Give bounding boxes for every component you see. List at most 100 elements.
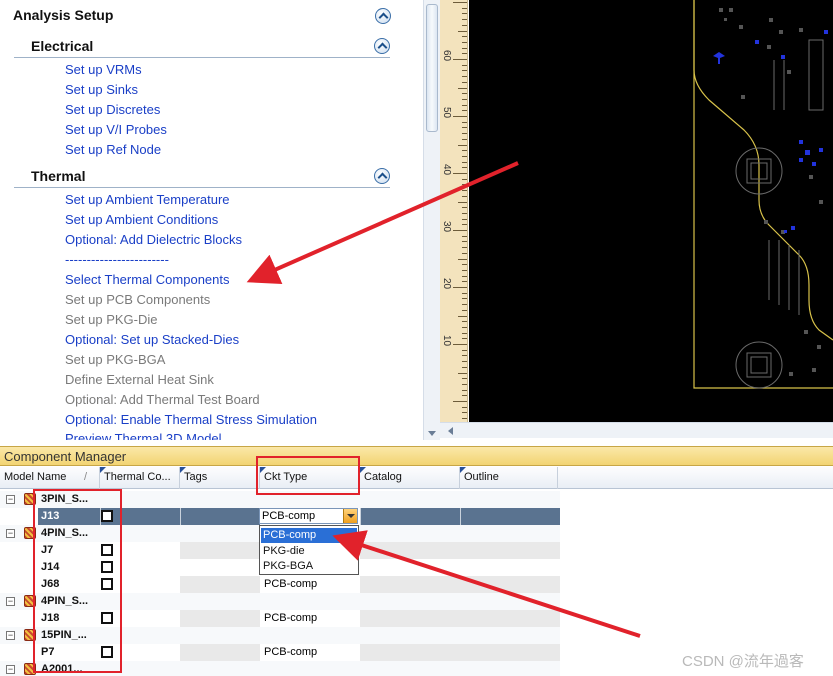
ruler-tick xyxy=(462,218,467,220)
ruler-tick xyxy=(458,201,467,203)
col-thermal-component[interactable]: Thermal Co... xyxy=(100,467,180,489)
chevron-down-icon[interactable] xyxy=(343,509,357,523)
collapse-analysis-setup-button[interactable] xyxy=(375,8,391,24)
thermal-heading: Thermal xyxy=(31,168,86,184)
annotation-box-ckt-type xyxy=(256,456,360,495)
option-pkg-die[interactable]: PKG-die xyxy=(261,544,357,559)
ruler-tick xyxy=(462,110,467,112)
link-setup-discretes[interactable]: Set up Discretes xyxy=(65,102,160,117)
link-preview-thermal-3d-model[interactable]: Preview Thermal 3D Model xyxy=(65,431,222,440)
ruler-tick xyxy=(462,81,467,83)
component-manager-title-bar: Component Manager xyxy=(0,446,833,466)
collapse-toggle-icon[interactable]: − xyxy=(6,597,15,606)
ruler-tick xyxy=(462,309,467,311)
component-table-header: Model Name / Thermal Co... Tags Ckt Type… xyxy=(0,467,833,489)
app-window: Analysis Setup Electrical Set up VRMs Se… xyxy=(0,0,833,676)
setup-scrollbar-thumb[interactable] xyxy=(426,4,438,132)
link-dielectric-blocks[interactable]: Optional: Add Dielectric Blocks xyxy=(65,232,242,247)
ruler-tick xyxy=(462,355,467,357)
row-catalog-cell xyxy=(360,508,460,525)
analysis-setup-panel: Analysis Setup Electrical Set up VRMs Se… xyxy=(0,0,423,440)
collapse-toggle-icon[interactable]: − xyxy=(6,665,15,674)
col-outline[interactable]: Outline xyxy=(460,467,558,489)
setup-scrollbar[interactable] xyxy=(423,0,440,440)
row-ckt-type[interactable]: PCB-comp xyxy=(261,644,359,661)
ruler-tick xyxy=(453,2,467,3)
link-ambient-conditions[interactable]: Set up Ambient Conditions xyxy=(65,212,218,227)
link-external-heat-sink: Define External Heat Sink xyxy=(65,372,214,387)
thermal-divider xyxy=(14,187,390,188)
ruler-tick xyxy=(453,230,467,231)
col-tags-label: Tags xyxy=(184,471,208,483)
link-setup-vi-probes[interactable]: Set up V/I Probes xyxy=(65,122,167,137)
option-pcb-comp[interactable]: PCB-comp xyxy=(261,528,357,543)
link-setup-vrms[interactable]: Set up VRMs xyxy=(65,62,142,77)
ruler-tick xyxy=(462,366,467,368)
vertical-ruler: 60 50 40 30 20 10 xyxy=(440,0,468,422)
col-catalog-label: Catalog xyxy=(364,471,402,483)
ruler-tick xyxy=(462,133,467,135)
collapse-toggle-icon[interactable]: − xyxy=(6,529,15,538)
ruler-tick xyxy=(462,252,467,254)
ruler-tick xyxy=(462,264,467,266)
ruler-tick xyxy=(462,338,467,340)
row-tags-cell xyxy=(180,576,260,593)
link-setup-sinks[interactable]: Set up Sinks xyxy=(65,82,138,97)
ruler-label: 10 xyxy=(441,335,452,347)
ruler-tick xyxy=(462,167,467,169)
ruler-tick xyxy=(462,418,467,420)
ruler-tick xyxy=(462,19,467,21)
col-tags[interactable]: Tags xyxy=(180,467,260,489)
col-model-name-label: Model Name xyxy=(4,471,67,483)
ruler-tick xyxy=(462,281,467,283)
collapse-toggle-icon[interactable]: − xyxy=(6,631,15,640)
column-filter-icon xyxy=(360,467,366,473)
row-catalog-cell xyxy=(360,542,460,559)
canvas-horizontal-scrollbar[interactable] xyxy=(440,422,833,438)
link-stacked-dies[interactable]: Optional: Set up Stacked-Dies xyxy=(65,332,239,347)
ruler-tick xyxy=(462,275,467,277)
scroll-down-icon[interactable] xyxy=(428,431,436,436)
ruler-label: 50 xyxy=(441,107,452,119)
link-ambient-temperature[interactable]: Set up Ambient Temperature xyxy=(65,192,230,207)
col-catalog[interactable]: Catalog xyxy=(360,467,460,489)
ruler-tick xyxy=(462,247,467,249)
collapse-thermal-button[interactable] xyxy=(374,168,390,184)
ruler-tick xyxy=(462,195,467,197)
option-pkg-bga[interactable]: PKG-BGA xyxy=(261,559,357,574)
ruler-tick xyxy=(462,98,467,100)
ruler-tick xyxy=(462,212,467,214)
ruler-tick xyxy=(462,53,467,55)
ruler-tick xyxy=(462,104,467,106)
row-ckt-type[interactable]: PCB-comp xyxy=(261,576,359,593)
ruler-tick xyxy=(462,207,467,209)
row-ckt-type[interactable]: PCB-comp xyxy=(261,610,359,627)
ruler-tick xyxy=(462,47,467,49)
link-pkg-bga: Set up PKG-BGA xyxy=(65,352,166,367)
ruler-tick xyxy=(462,406,467,408)
link-setup-ref-node[interactable]: Set up Ref Node xyxy=(65,142,161,157)
ruler-tick xyxy=(458,258,467,260)
link-select-thermal-components[interactable]: Select Thermal Components xyxy=(65,272,230,287)
ruler-tick xyxy=(462,298,467,300)
column-filter-icon xyxy=(100,467,106,473)
ruler-tick xyxy=(462,269,467,271)
ruler-tick xyxy=(458,315,467,317)
collapse-electrical-button[interactable] xyxy=(374,38,390,54)
ruler-tick xyxy=(462,161,467,163)
col-model-name[interactable]: Model Name / xyxy=(0,467,100,489)
link-pcb-components: Set up PCB Components xyxy=(65,292,211,307)
pcb-layout-canvas[interactable] xyxy=(469,0,833,422)
collapse-toggle-icon[interactable]: − xyxy=(6,495,15,504)
row-catalog-cell xyxy=(360,576,460,593)
ruler-tick xyxy=(458,30,467,32)
ruler-tick xyxy=(462,292,467,294)
link-thermal-stress-simulation[interactable]: Optional: Enable Thermal Stress Simulati… xyxy=(65,412,317,427)
ruler-tick xyxy=(462,326,467,328)
ruler-tick xyxy=(462,378,467,380)
ruler-tick xyxy=(462,76,467,78)
scroll-left-icon[interactable] xyxy=(448,427,453,435)
ruler-tick xyxy=(462,383,467,385)
ruler-tick xyxy=(458,372,467,374)
ruler-tick xyxy=(453,59,467,60)
